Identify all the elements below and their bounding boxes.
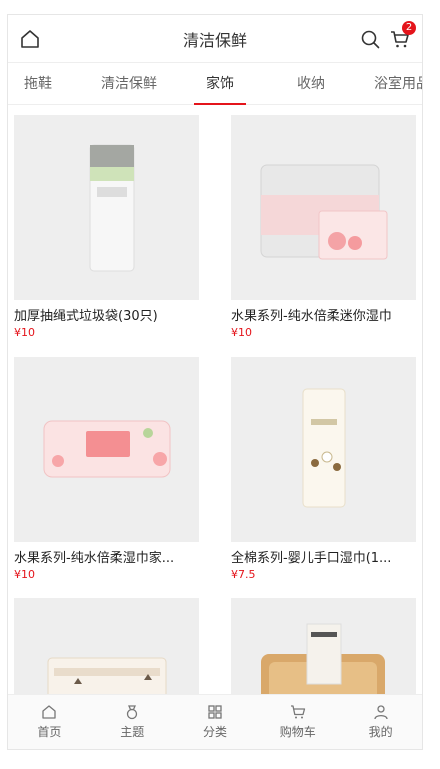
tab-home-decor[interactable]: 家饰 xyxy=(194,63,246,105)
nav-home-label: 首页 xyxy=(37,725,62,739)
cart-button[interactable]: 2 xyxy=(388,21,416,51)
nav-theme[interactable]: 主题 xyxy=(91,695,174,749)
tab-bathroom[interactable]: 浴室用品 xyxy=(374,63,422,105)
user-icon xyxy=(373,705,388,720)
theme-icon xyxy=(127,705,138,720)
home-button[interactable] xyxy=(18,27,42,51)
product-card[interactable]: 水果系列-纯水倍柔湿巾家... ¥10 xyxy=(14,357,206,581)
top-bar: 清洁保鲜 2 xyxy=(8,15,422,63)
nav-profile[interactable]: 我的 xyxy=(339,695,422,749)
home-icon xyxy=(21,30,39,48)
product-price: ¥10 xyxy=(14,568,35,581)
search-icon xyxy=(361,30,380,49)
product-image xyxy=(231,115,416,300)
cart-badge: 2 xyxy=(402,21,416,35)
product-image xyxy=(231,598,416,697)
category-icon xyxy=(208,705,222,719)
product-card[interactable]: 水果系列-纯水倍柔迷你湿巾 ¥10 xyxy=(231,115,422,339)
tab-tuoxie[interactable]: 拖鞋 xyxy=(24,63,52,105)
product-name: 水果系列-纯水倍柔迷你湿巾 xyxy=(231,309,392,324)
nav-category[interactable]: 分类 xyxy=(174,695,257,749)
product-price: ¥7.5 xyxy=(231,568,256,581)
nav-home[interactable]: 首页 xyxy=(8,695,91,749)
product-card[interactable]: 全棉系列-婴儿手口湿巾(1... ¥7.5 xyxy=(231,357,422,581)
product-grid: 加厚抽绳式垃圾袋(30只) ¥10 水果系列-纯水倍柔迷你湿巾 ¥10 水果系列… xyxy=(8,105,422,697)
app-frame: 清洁保鲜 2 拖鞋 清洁保鲜 家饰 收纳 浴室用品 加厚抽绳式垃圾袋(30只 xyxy=(7,14,423,750)
product-price: ¥10 xyxy=(231,326,252,339)
search-button[interactable] xyxy=(358,27,382,51)
nav-category-label: 分类 xyxy=(202,725,227,739)
product-name: 水果系列-纯水倍柔湿巾家... xyxy=(14,551,175,566)
nav-theme-label: 主题 xyxy=(120,725,145,739)
page-title: 清洁保鲜 xyxy=(182,30,247,50)
nav-cart[interactable]: 购物车 xyxy=(256,695,339,749)
home-icon xyxy=(42,705,57,719)
product-image xyxy=(14,357,199,542)
bottom-nav: 首页 主题 分类 购物车 我的 xyxy=(8,694,422,749)
tab-clean-fresh[interactable]: 清洁保鲜 xyxy=(101,63,157,105)
product-price: ¥10 xyxy=(14,326,35,339)
tab-storage[interactable]: 收纳 xyxy=(297,63,325,105)
product-name: 加厚抽绳式垃圾袋(30只) xyxy=(14,309,158,324)
nav-cart-label: 购物车 xyxy=(279,725,316,739)
category-tabs: 拖鞋 清洁保鲜 家饰 收纳 浴室用品 xyxy=(8,63,422,105)
product-image xyxy=(14,598,199,697)
cart-icon xyxy=(290,705,305,719)
product-card[interactable] xyxy=(14,598,206,697)
product-image xyxy=(231,357,416,542)
product-image xyxy=(14,115,199,300)
product-card[interactable] xyxy=(231,598,422,697)
product-card[interactable]: 加厚抽绳式垃圾袋(30只) ¥10 xyxy=(14,115,206,339)
nav-profile-label: 我的 xyxy=(368,725,393,739)
product-name: 全棉系列-婴儿手口湿巾(1... xyxy=(231,551,392,566)
